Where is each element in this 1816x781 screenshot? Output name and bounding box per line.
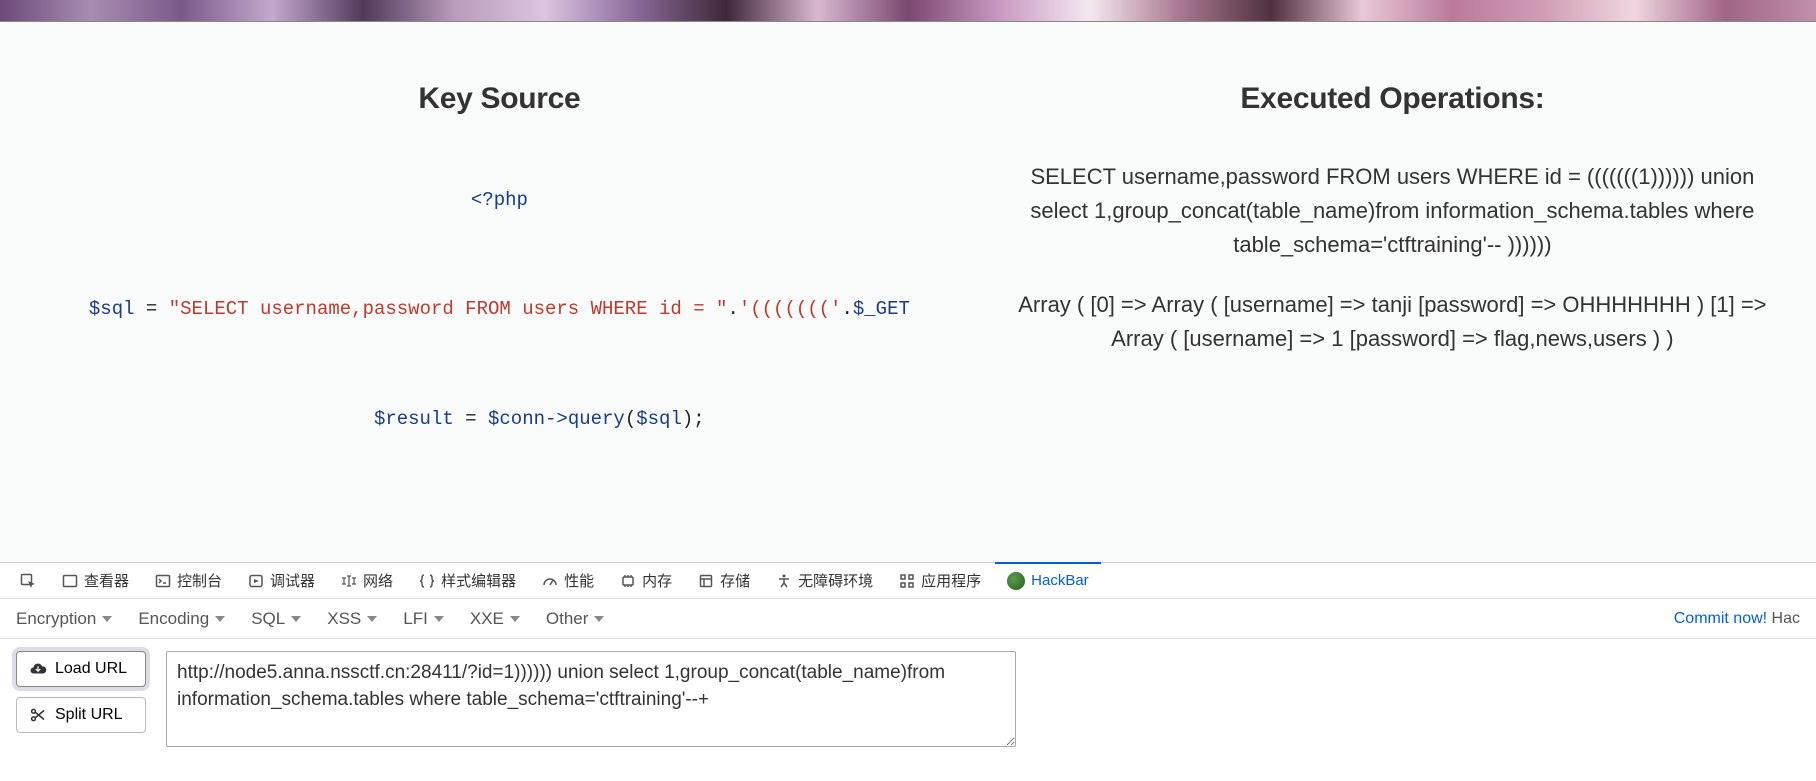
menu-lfi[interactable]: LFI (403, 609, 444, 629)
devtools-panel: 查看器 控制台 调试器 网络 样式编辑器 性能 内存 存储 (0, 562, 1816, 781)
memory-icon (620, 573, 636, 589)
tab-network[interactable]: 网络 (329, 563, 405, 598)
php-var-result: $result (374, 408, 454, 430)
tab-console[interactable]: 控制台 (143, 563, 234, 598)
hackbar-icon (1007, 572, 1025, 590)
url-input[interactable] (166, 651, 1016, 747)
menu-other[interactable]: Other (546, 609, 605, 629)
hackbar-body: Load URL Split URL (0, 639, 1816, 759)
style-icon (419, 573, 435, 589)
menu-encoding[interactable]: Encoding (138, 609, 225, 629)
main-content: Key Source <?php $sql = "SELECT username… (0, 22, 1816, 562)
tab-debugger[interactable]: 调试器 (236, 563, 327, 598)
php-var-sql: $sql (89, 298, 135, 320)
url-buttons: Load URL Split URL (16, 651, 146, 733)
menu-sql[interactable]: SQL (251, 609, 301, 629)
hackbar-menu: Encryption Encoding SQL XSS LFI XXE Othe… (0, 599, 1816, 639)
load-url-button[interactable]: Load URL (16, 651, 146, 687)
devtools-picker[interactable] (8, 563, 48, 598)
tab-application[interactable]: 应用程序 (887, 563, 993, 598)
tab-accessibility[interactable]: 无障碍环境 (764, 563, 885, 598)
cloud-download-icon (29, 660, 47, 678)
tab-memory[interactable]: 内存 (608, 563, 684, 598)
element-picker-icon (20, 573, 36, 589)
key-source-column: Key Source <?php $sql = "SELECT username… (0, 82, 999, 562)
storage-icon (698, 573, 714, 589)
network-icon (341, 573, 357, 589)
tab-performance[interactable]: 性能 (530, 563, 606, 598)
tab-storage[interactable]: 存储 (686, 563, 762, 598)
console-icon (155, 573, 171, 589)
devtools-tabs: 查看器 控制台 调试器 网络 样式编辑器 性能 内存 存储 (0, 563, 1816, 599)
menu-encryption[interactable]: Encryption (16, 609, 112, 629)
executed-result: Array ( [0] => Array ( [username] => tan… (1005, 288, 1780, 356)
commit-link[interactable]: Commit now! (1674, 610, 1767, 627)
caret-down-icon (367, 616, 377, 622)
performance-icon (542, 573, 558, 589)
executed-ops-text: SELECT username,password FROM users WHER… (999, 160, 1786, 356)
scissors-icon (29, 706, 47, 724)
inspector-icon (62, 573, 78, 589)
executed-query: SELECT username,password FROM users WHER… (1005, 160, 1780, 262)
debugger-icon (248, 573, 264, 589)
executed-ops-column: Executed Operations: SELECT username,pas… (999, 82, 1816, 562)
caret-down-icon (291, 616, 301, 622)
application-icon (899, 573, 915, 589)
caret-down-icon (510, 616, 520, 622)
split-url-button[interactable]: Split URL (16, 697, 146, 733)
caret-down-icon (434, 616, 444, 622)
caret-down-icon (215, 616, 225, 622)
caret-down-icon (102, 616, 112, 622)
menu-xss[interactable]: XSS (327, 609, 377, 629)
php-code: <?php $sql = "SELECT username,password F… (89, 160, 910, 486)
header-banner (0, 0, 1816, 22)
php-open-tag: <?php (471, 189, 528, 211)
accessibility-icon (776, 573, 792, 589)
tab-inspector[interactable]: 查看器 (50, 563, 141, 598)
key-source-title: Key Source (0, 82, 999, 116)
tab-style-editor[interactable]: 样式编辑器 (407, 563, 528, 598)
tab-hackbar[interactable]: HackBar (995, 562, 1101, 597)
hackbar-commit: Commit now! Hac (1674, 610, 1800, 628)
caret-down-icon (594, 616, 604, 622)
executed-ops-title: Executed Operations: (999, 82, 1786, 116)
menu-xxe[interactable]: XXE (470, 609, 520, 629)
